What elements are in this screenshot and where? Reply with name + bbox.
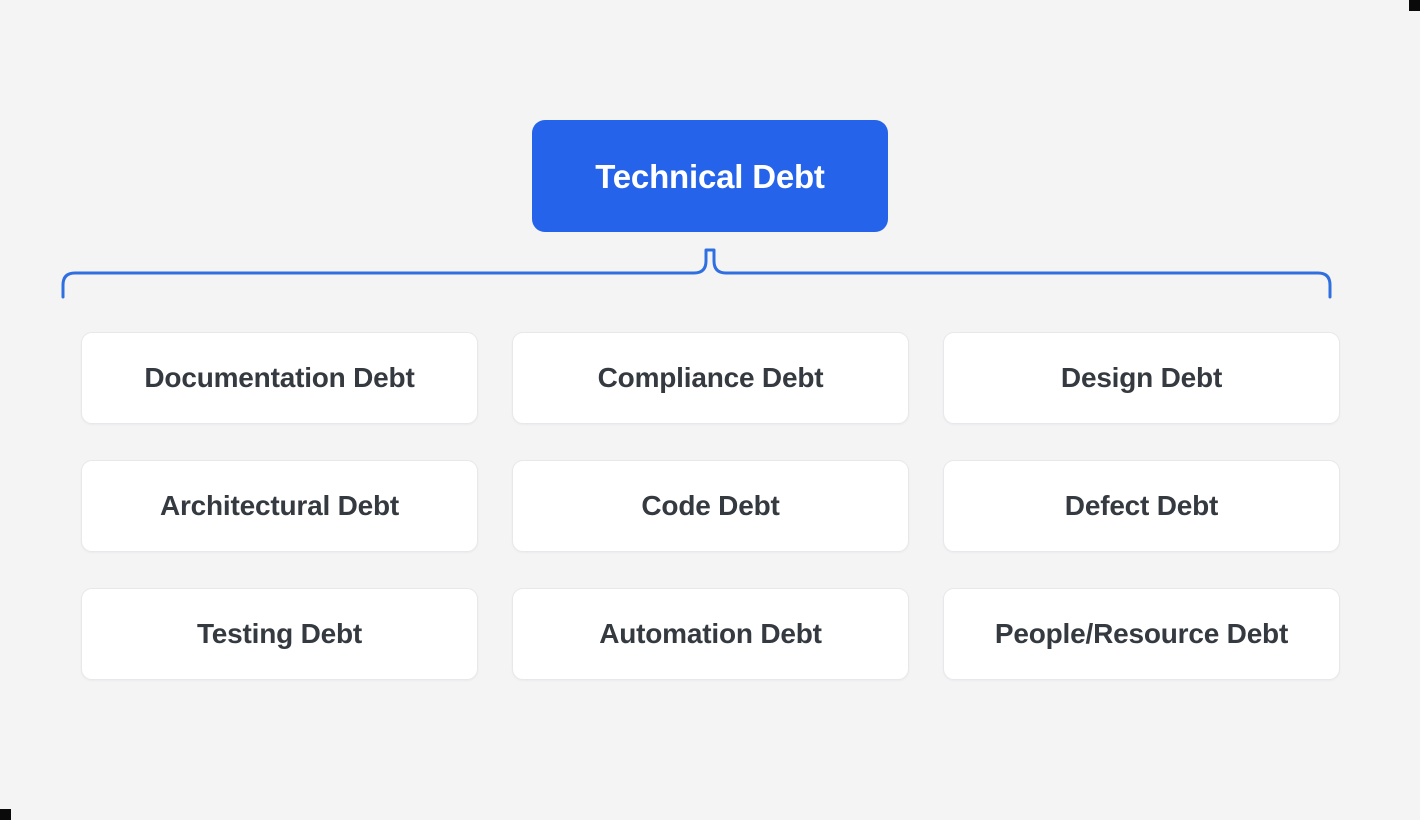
corner-artifact-bottom-left <box>0 809 11 820</box>
branch-card-people-resource-debt[interactable]: People/Resource Debt <box>943 588 1340 680</box>
branch-card-label: Architectural Debt <box>159 490 400 521</box>
branch-card-defect-debt[interactable]: Defect Debt <box>943 460 1340 552</box>
branch-card-label: Defect Debt <box>1064 490 1219 521</box>
branch-card-label: Design Debt <box>1060 362 1223 393</box>
mind-map-canvas: Technical Debt Documentation Debt Compli… <box>0 0 1420 820</box>
branch-card-code-debt[interactable]: Code Debt <box>512 460 909 552</box>
branch-card-label: People/Resource Debt <box>994 618 1289 649</box>
branch-card-label: Compliance Debt <box>597 362 824 393</box>
root-node-label: Technical Debt <box>595 157 825 195</box>
branch-card-label: Code Debt <box>641 490 780 521</box>
branch-card-compliance-debt[interactable]: Compliance Debt <box>512 332 909 424</box>
branch-card-label: Testing Debt <box>196 618 363 649</box>
branch-card-architectural-debt[interactable]: Architectural Debt <box>81 460 478 552</box>
root-node-technical-debt[interactable]: Technical Debt <box>532 120 888 232</box>
branch-card-label: Automation Debt <box>599 618 822 649</box>
branch-card-design-debt[interactable]: Design Debt <box>943 332 1340 424</box>
corner-artifact-top-right <box>1409 0 1420 11</box>
branch-grid: Documentation Debt Compliance Debt Desig… <box>81 332 1340 680</box>
branch-card-documentation-debt[interactable]: Documentation Debt <box>81 332 478 424</box>
branch-card-label: Documentation Debt <box>144 362 415 393</box>
branch-card-automation-debt[interactable]: Automation Debt <box>512 588 909 680</box>
brace-connector <box>61 248 1332 299</box>
branch-card-testing-debt[interactable]: Testing Debt <box>81 588 478 680</box>
